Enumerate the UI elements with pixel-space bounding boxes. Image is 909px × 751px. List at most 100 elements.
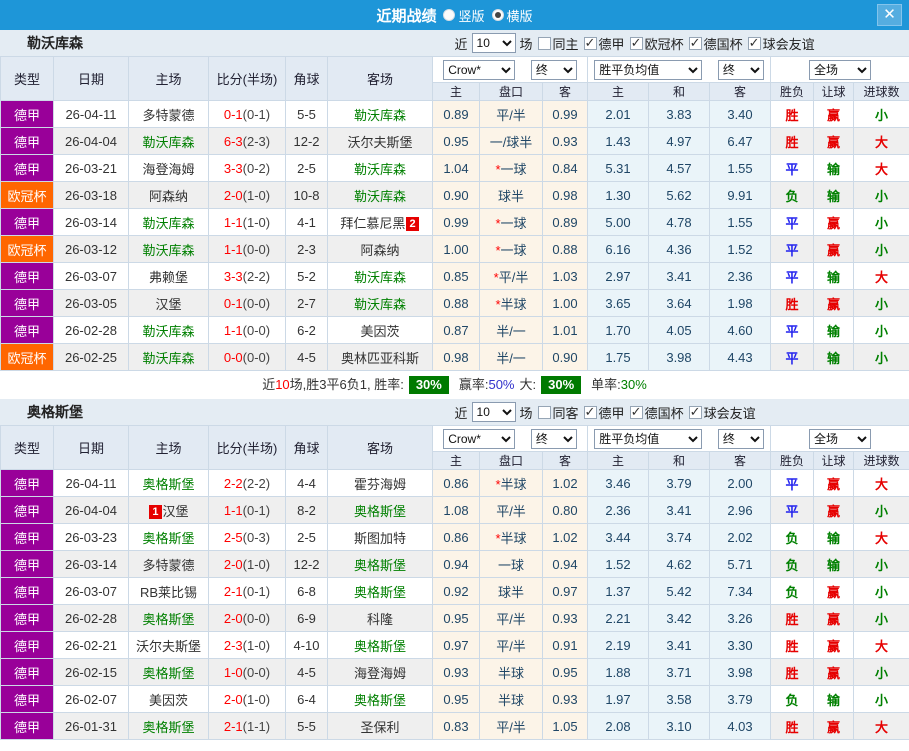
handicap-line: 平/半	[499, 270, 529, 285]
match-date: 26-01-31	[54, 713, 129, 740]
avg-group-header: 胜平负均值 终	[588, 426, 771, 452]
avg-away-odds: 2.02	[710, 524, 771, 551]
recent-count-select[interactable]: 10	[472, 402, 516, 422]
league-filter-group: 德甲德国杯球会友谊	[579, 403, 756, 422]
goals-result-cell: 大	[854, 128, 909, 155]
odds-group-header: Crow* 终	[433, 57, 588, 83]
radio-horizontal-label: 横版	[507, 6, 533, 25]
corner-cell: 5-2	[286, 263, 328, 290]
league-filter-label: 欧冠杯	[645, 34, 684, 53]
away-team-name: 勒沃库森	[354, 297, 406, 312]
avg-odds-select[interactable]: 胜平负均值	[594, 429, 702, 449]
same-venue-checkbox[interactable]: 同客	[538, 403, 579, 422]
avg-draw-odds: 3.79	[649, 470, 710, 497]
home-team-name: 阿森纳	[149, 189, 188, 204]
handicap-result-cell: 赢	[814, 578, 854, 605]
away-handicap-odds: 0.80	[543, 497, 588, 524]
match-row: 欧冠杯26-02-25勒沃库森0-0(0-0)4-5奥林匹亚科斯0.98半/一0…	[1, 344, 909, 371]
avg-draw-odds: 3.41	[649, 497, 710, 524]
home-team-name: 美因茨	[149, 693, 188, 708]
full-time-score: 0-1	[224, 107, 243, 122]
layout-radio-vertical[interactable]: 竖版	[443, 6, 484, 25]
avg-draw-odds: 4.05	[649, 317, 710, 344]
full-time-score: 2-2	[224, 476, 243, 491]
handicap-line: 一/球半	[490, 135, 533, 150]
league-filter-checkbox[interactable]: 德甲	[584, 403, 625, 422]
full-match-select[interactable]: 全场	[809, 60, 871, 80]
half-time-score: (0-3)	[243, 530, 270, 545]
sub-header-avg-away: 客	[710, 452, 771, 470]
away-handicap-odds: 1.01	[543, 317, 588, 344]
score-cell: 0-1(0-1)	[209, 101, 286, 128]
same-venue-checkbox[interactable]: 同主	[538, 34, 579, 53]
home-team-name: 奥格斯堡	[142, 531, 194, 546]
league-filter-checkbox[interactable]: 德国杯	[689, 34, 743, 53]
match-rows: 德甲26-04-11奥格斯堡2-2(2-2)4-4霍芬海姆0.86*半球1.02…	[1, 470, 909, 740]
win-draw-loss-cell: 胜	[771, 101, 814, 128]
home-team-cell: 多特蒙德	[129, 101, 209, 128]
avg-away-odds: 3.40	[710, 101, 771, 128]
away-team-name: 美因茨	[360, 324, 399, 339]
league-filter-checkbox[interactable]: 球会友谊	[689, 403, 756, 422]
avg-final-select[interactable]: 终	[718, 429, 764, 449]
handicap-line: 平/半	[496, 612, 526, 627]
summary-record: 场,胜3平6负1, 胜率:	[290, 377, 404, 392]
score-cell: 1-1(0-0)	[209, 317, 286, 344]
handicap-result-cell: 输	[814, 263, 854, 290]
league-filter-checkbox[interactable]: 德国杯	[630, 403, 684, 422]
half-time-score: (2-3)	[243, 134, 270, 149]
goals-result-cell: 小	[854, 182, 909, 209]
match-date: 26-03-14	[54, 209, 129, 236]
home-handicap-odds: 0.86	[433, 470, 480, 497]
match-date: 26-02-07	[54, 686, 129, 713]
odds-company-select[interactable]: Crow*	[443, 429, 515, 449]
handicap-line: 半球	[498, 666, 524, 681]
win-draw-loss-cell: 负	[771, 686, 814, 713]
home-handicap-odds: 0.95	[433, 605, 480, 632]
away-handicap-odds: 1.03	[543, 263, 588, 290]
away-team-name: 勒沃库森	[354, 108, 406, 123]
avg-home-odds: 1.37	[588, 578, 649, 605]
layout-radio-horizontal[interactable]: 横版	[492, 6, 533, 25]
odds-company-select[interactable]: Crow*	[443, 60, 515, 80]
score-cell: 2-0(0-0)	[209, 605, 286, 632]
avg-odds-select[interactable]: 胜平负均值	[594, 60, 702, 80]
home-team-cell: 1汉堡	[129, 497, 209, 524]
corner-cell: 6-8	[286, 578, 328, 605]
score-cell: 6-3(2-3)	[209, 128, 286, 155]
full-time-score: 1-0	[224, 665, 243, 680]
recent-count-select[interactable]: 10	[472, 33, 516, 53]
goals-result-cell: 小	[854, 209, 909, 236]
handicap-cell: *一球	[480, 209, 543, 236]
odds-final-select[interactable]: 终	[531, 429, 577, 449]
half-time-score: (0-0)	[243, 350, 270, 365]
avg-final-select[interactable]: 终	[718, 60, 764, 80]
away-team-name: 奥格斯堡	[354, 693, 406, 708]
league-filter-checkbox[interactable]: 欧冠杯	[630, 34, 684, 53]
full-time-score: 2-0	[224, 557, 243, 572]
avg-home-odds: 1.43	[588, 128, 649, 155]
full-match-select[interactable]: 全场	[809, 429, 871, 449]
red-card-badge: 1	[149, 505, 161, 519]
goals-result-cell: 小	[854, 344, 909, 371]
goals-result-cell: 大	[854, 155, 909, 182]
odds-final-select[interactable]: 终	[531, 60, 577, 80]
league-filter-checkbox[interactable]: 球会友谊	[748, 34, 815, 53]
goals-result-cell: 小	[854, 236, 909, 263]
handicap-cell: 平/半	[480, 497, 543, 524]
corner-cell: 12-2	[286, 551, 328, 578]
league-type-cell: 德甲	[1, 578, 54, 605]
handicap-result-cell: 输	[814, 551, 854, 578]
away-handicap-odds: 1.05	[543, 713, 588, 740]
filter-bar: 近 10 场 同客 德甲德国杯球会友谊	[455, 402, 756, 422]
close-button[interactable]: ✕	[877, 4, 902, 26]
avg-home-odds: 1.75	[588, 344, 649, 371]
corner-cell: 5-5	[286, 713, 328, 740]
team-name: 奥格斯堡	[27, 402, 83, 422]
col-header-type: 类型	[1, 57, 54, 101]
league-filter-checkbox[interactable]: 德甲	[584, 34, 625, 53]
win-draw-loss-cell: 负	[771, 578, 814, 605]
recent-label: 近	[455, 403, 468, 422]
away-team-name: 拜仁慕尼黑	[340, 216, 405, 231]
goals-result-cell: 小	[854, 317, 909, 344]
